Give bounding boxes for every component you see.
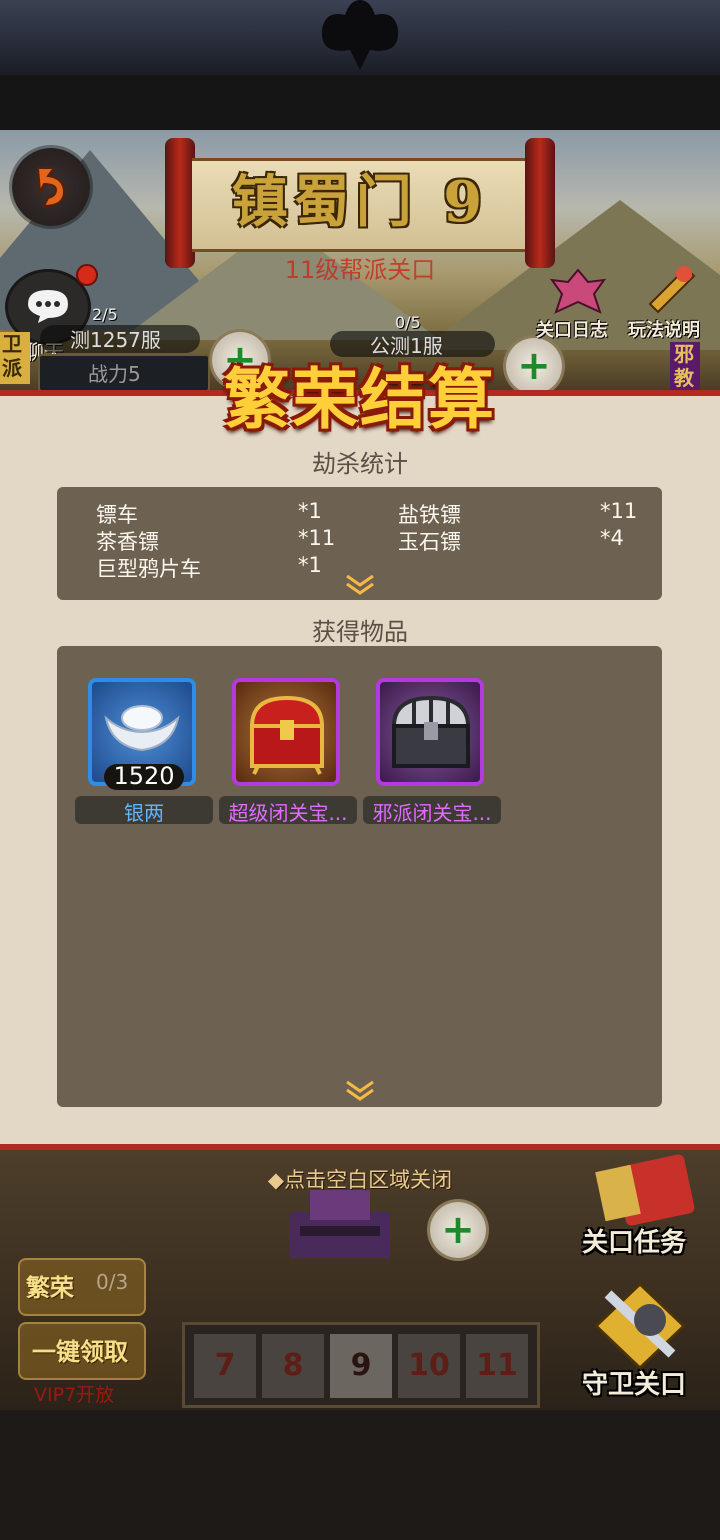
treasure-chest-silver-icon bbox=[391, 695, 471, 768]
kill-name: 茶香镖 bbox=[96, 530, 159, 554]
left-slot-count: 2/5 bbox=[92, 305, 118, 324]
prosperity-count: 0/3 bbox=[96, 1270, 129, 1294]
one-click-claim-label[interactable]: 一键领取 bbox=[20, 1332, 140, 1367]
expand-chevron-icon[interactable] bbox=[343, 1080, 377, 1102]
item-evil-chest[interactable] bbox=[376, 678, 484, 786]
stage-cell[interactable]: 7 bbox=[192, 1332, 258, 1400]
item-name: 超级闭关宝... bbox=[228, 801, 348, 825]
kill-count: *1 bbox=[298, 499, 322, 523]
scroll-rod-right bbox=[525, 138, 555, 268]
item-name: 银两 bbox=[124, 801, 164, 825]
stage-cell-current[interactable]: 9 bbox=[328, 1332, 394, 1400]
stage-cell[interactable]: 10 bbox=[396, 1332, 462, 1400]
gate-log-label[interactable]: 关口日志 bbox=[536, 316, 608, 342]
treasure-chest-gold-icon bbox=[249, 695, 325, 775]
stage-subtitle: 11级帮派关口 bbox=[284, 256, 436, 284]
gate-task-label[interactable]: 关口任务 bbox=[582, 1222, 686, 1259]
prosperity-label: 繁荣 bbox=[26, 1274, 74, 1302]
kill-name: 玉石镖 bbox=[398, 530, 461, 554]
items-heading: 获得物品 bbox=[312, 618, 408, 646]
gameplay-help-icon[interactable] bbox=[640, 262, 700, 314]
stage-cell[interactable]: 11 bbox=[464, 1332, 530, 1400]
chat-bubble-icon bbox=[28, 290, 68, 323]
silver-ingot-icon bbox=[104, 705, 180, 752]
fortress-icon bbox=[290, 1190, 390, 1258]
kill-count: *11 bbox=[600, 499, 638, 523]
kill-count: *1 bbox=[298, 553, 322, 577]
item-quantity: 1520 bbox=[113, 762, 175, 790]
kill-count: *11 bbox=[298, 526, 336, 550]
stage-cell[interactable]: 8 bbox=[260, 1332, 326, 1400]
kill-name: 镖车 bbox=[96, 503, 138, 527]
item-name: 邪派闭关宝... bbox=[372, 801, 492, 825]
gameplay-help-label[interactable]: 玩法说明 bbox=[628, 316, 700, 342]
kill-name: 巨型鸦片车 bbox=[96, 557, 201, 581]
bottom-floor bbox=[0, 1410, 720, 1540]
item-super-chest[interactable] bbox=[232, 678, 340, 786]
gate-log-icon[interactable] bbox=[548, 268, 608, 316]
kill-count: *4 bbox=[600, 526, 624, 550]
expand-chevron-icon[interactable] bbox=[343, 574, 377, 596]
top-band bbox=[0, 75, 720, 133]
scroll-rod-left bbox=[165, 138, 195, 268]
guard-sword-icon[interactable] bbox=[580, 1280, 700, 1370]
cloud-ornament-icon bbox=[321, 0, 399, 70]
guard-gate-label[interactable]: 守卫关口 bbox=[582, 1364, 686, 1401]
back-arrow-icon bbox=[36, 167, 66, 208]
notification-dot bbox=[76, 264, 98, 286]
kill-stats-heading: 劫杀统计 bbox=[312, 450, 408, 478]
vip-requirement-note: VIP7开放 bbox=[34, 1384, 115, 1406]
panel-title: 繁荣结算 bbox=[224, 360, 496, 438]
kill-name: 盐铁镖 bbox=[398, 503, 461, 527]
plus-icon: + bbox=[441, 1207, 475, 1253]
bottom-join-button[interactable]: + bbox=[430, 1202, 486, 1258]
stage-title: 镇蜀门 9 bbox=[231, 169, 489, 235]
